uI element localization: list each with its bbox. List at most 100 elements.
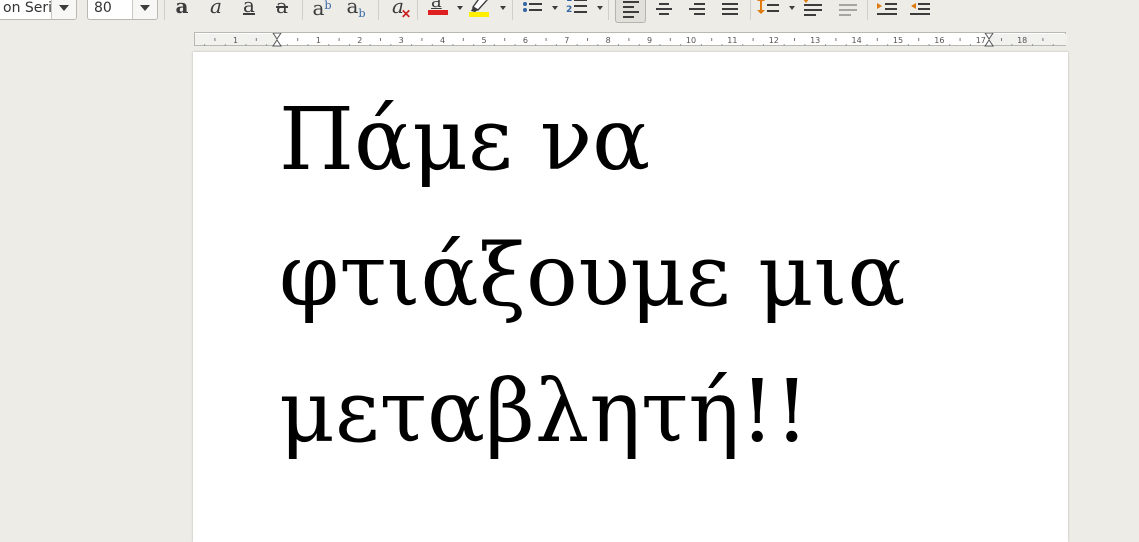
chevron-down-icon (140, 5, 150, 11)
bullet-list-icon (523, 2, 542, 12)
horizontal-ruler[interactable]: 1 1 2 3 4 5 6 7 8 9 10 11 12 13 14 15 16 17 18 (194, 32, 1067, 47)
document-line[interactable]: Πάμε να (279, 72, 999, 208)
justify-button[interactable] (717, 0, 743, 20)
toolbar-separator (512, 0, 513, 20)
font-color-button[interactable]: a (424, 0, 450, 20)
list-line (574, 11, 587, 13)
ruler-label: 18 (1017, 36, 1027, 45)
ruler-scale: 1 1 2 3 4 5 6 7 8 9 10 11 12 13 14 15 16 17 18 (195, 33, 1067, 47)
ruler-label: 4 (440, 36, 445, 45)
toolbar-separator (867, 0, 868, 20)
superscript-icon-base: a (312, 0, 325, 20)
increase-paragraph-spacing-button[interactable] (799, 0, 825, 20)
strikethrough-icon: a (276, 0, 288, 18)
subscript-icon: ab (346, 0, 366, 20)
ruler-label: 8 (606, 36, 611, 45)
font-color-dropdown-arrow[interactable] (457, 6, 463, 10)
numbered-list-button[interactable]: 1 2 (562, 0, 590, 20)
highlight-icon (469, 0, 489, 17)
font-name-combobox[interactable]: on Serif (0, 0, 77, 20)
align-left-button[interactable] (615, 0, 646, 23)
subscript-icon-base: a (346, 0, 359, 18)
superscript-button[interactable]: ab (309, 0, 335, 20)
document-paragraph[interactable]: Πάμε να φτιάξουμε μια μεταβλητή!! (279, 72, 999, 480)
ruler-label: 7 (564, 36, 569, 45)
bold-button[interactable]: a (171, 0, 193, 20)
increase-indent-icon (877, 3, 897, 15)
strikethrough-button[interactable]: a (271, 0, 293, 20)
decrease-paragraph-spacing-icon (839, 4, 857, 16)
ruler-label: 6 (523, 36, 528, 45)
increase-paragraph-spacing-icon (803, 0, 822, 16)
document-line[interactable]: φτιάξουμε μια (279, 208, 999, 344)
bold-icon: a (175, 0, 189, 18)
align-right-button[interactable] (684, 0, 710, 20)
decrease-indent-icon (910, 3, 930, 15)
ruler-label: 14 (852, 36, 862, 45)
ruler-label: 1 (316, 36, 321, 45)
font-size-combobox[interactable]: 80 (87, 0, 158, 20)
toolbar-separator (302, 0, 303, 20)
italic-icon: a (210, 0, 222, 18)
ruler-right-margin (989, 34, 1067, 45)
list-line (574, 5, 587, 7)
document-page[interactable]: Πάμε να φτιάξουμε μια μεταβλητή!! (193, 52, 1068, 542)
line-spacing-icon (757, 0, 779, 14)
ruler-label: 16 (934, 36, 944, 45)
ruler-label: 12 (769, 36, 779, 45)
decrease-paragraph-spacing-button[interactable] (834, 0, 860, 20)
superscript-icon-mark: b (324, 0, 332, 12)
document-line[interactable]: μεταβλητή!! (279, 344, 999, 480)
ruler-label: 10 (686, 36, 696, 45)
italic-button[interactable]: a (205, 0, 227, 20)
toolbar-separator (164, 0, 165, 20)
font-color-icon: a (426, 0, 448, 18)
font-size-dropdown-button[interactable] (132, 0, 157, 19)
underline-icon: a (243, 0, 255, 17)
numbered-list-mark-2: 2 (566, 5, 573, 15)
font-name-dropdown-button[interactable] (51, 0, 76, 19)
font-name-value[interactable]: on Serif (3, 0, 57, 19)
ruler-label: 9 (647, 36, 652, 45)
font-color-bar (428, 10, 448, 15)
clear-formatting-button[interactable]: a ✕ (385, 0, 411, 21)
formatting-toolbar: on Serif 80 a a a a ab ab a ✕ a 2 (0, 0, 1139, 27)
toolbar-separator (750, 0, 751, 20)
ruler-label: 13 (810, 36, 820, 45)
clear-formatting-icon: a ✕ (392, 0, 411, 21)
line-spacing-dropdown-arrow[interactable] (789, 6, 795, 10)
toolbar-separator (417, 0, 418, 20)
numbered-list-icon: 1 2 (564, 0, 588, 18)
subscript-button[interactable]: ab (343, 0, 369, 20)
align-right-icon (689, 3, 705, 15)
align-center-icon (656, 3, 672, 15)
superscript-icon: ab (313, 0, 332, 20)
highlight-dropdown-arrow[interactable] (500, 6, 506, 10)
ruler-label: 3 (399, 36, 404, 45)
decrease-indent-button[interactable] (907, 0, 933, 20)
highlight-button[interactable] (466, 0, 492, 20)
justify-icon (722, 3, 738, 15)
toolbar-separator (378, 0, 379, 20)
subscript-icon-mark: b (358, 7, 366, 20)
list-line (574, 0, 587, 1)
chevron-down-icon (59, 5, 69, 11)
ruler-label: 1 (233, 36, 238, 45)
numbered-list-mark-1: 1 (566, 0, 572, 4)
numbered-list-dropdown-arrow[interactable] (597, 6, 603, 10)
align-left-icon (622, 1, 639, 18)
ruler-label: 5 (481, 36, 486, 45)
ruler-label: 17 (976, 36, 986, 45)
line-spacing-button[interactable] (755, 0, 783, 20)
ruler-label: 11 (727, 36, 737, 45)
ruler-label: 15 (893, 36, 903, 45)
bullet-list-dropdown-arrow[interactable] (552, 6, 558, 10)
align-center-button[interactable] (651, 0, 677, 20)
font-size-value[interactable]: 80 (94, 0, 112, 19)
ruler-label: 2 (357, 36, 362, 45)
increase-indent-button[interactable] (874, 0, 900, 20)
close-icon: ✕ (401, 7, 412, 21)
toolbar-separator (608, 0, 609, 20)
underline-button[interactable]: a (238, 0, 260, 20)
bullet-list-button[interactable] (520, 0, 546, 20)
